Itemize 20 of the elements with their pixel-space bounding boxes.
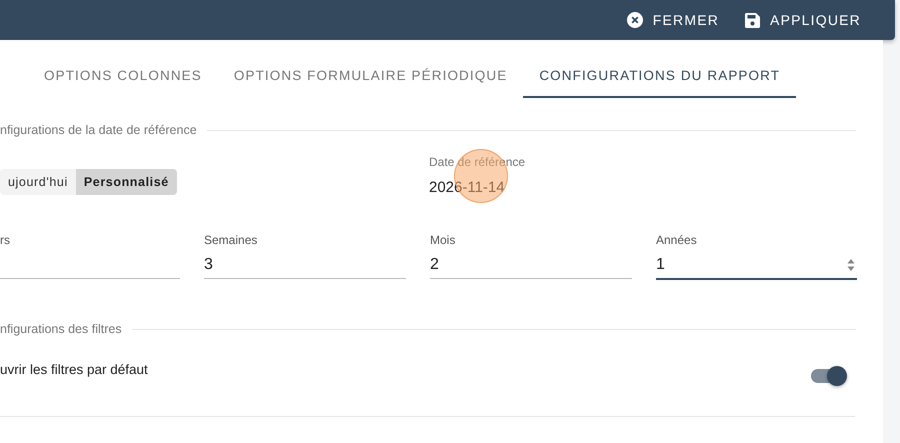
tab[interactable]: OPTIONS COLONNES <box>28 54 218 98</box>
apply-button[interactable]: APPLIQUER <box>737 6 869 34</box>
input-field[interactable]: 1 <box>656 252 857 280</box>
section-title: nfigurations des filtres <box>0 322 122 336</box>
option-label: uvrir les filtres par défaut <box>0 362 148 376</box>
field-label: Semaines <box>204 233 258 247</box>
field-label: Mois <box>430 233 456 247</box>
toggle-option[interactable]: Personnalisé <box>76 169 177 195</box>
spinner-icon[interactable] <box>847 258 855 272</box>
input-field[interactable]: 2 <box>430 252 632 279</box>
tab[interactable]: OPTIONS FORMULAIRE PÉRIODIQUE <box>218 54 524 98</box>
section-title: nfigurations de la date de référence <box>0 123 197 137</box>
close-icon <box>626 12 643 28</box>
tab[interactable]: CONFIGURATIONS DU RAPPORT <box>523 54 796 98</box>
toggle-option[interactable]: ujourd'hui <box>0 169 76 195</box>
save-icon <box>745 12 760 28</box>
input-field[interactable]: 3 <box>204 252 406 279</box>
field-label: Années <box>656 233 698 247</box>
close-button[interactable]: FERMER <box>618 6 728 34</box>
field-label: rs <box>0 233 11 247</box>
